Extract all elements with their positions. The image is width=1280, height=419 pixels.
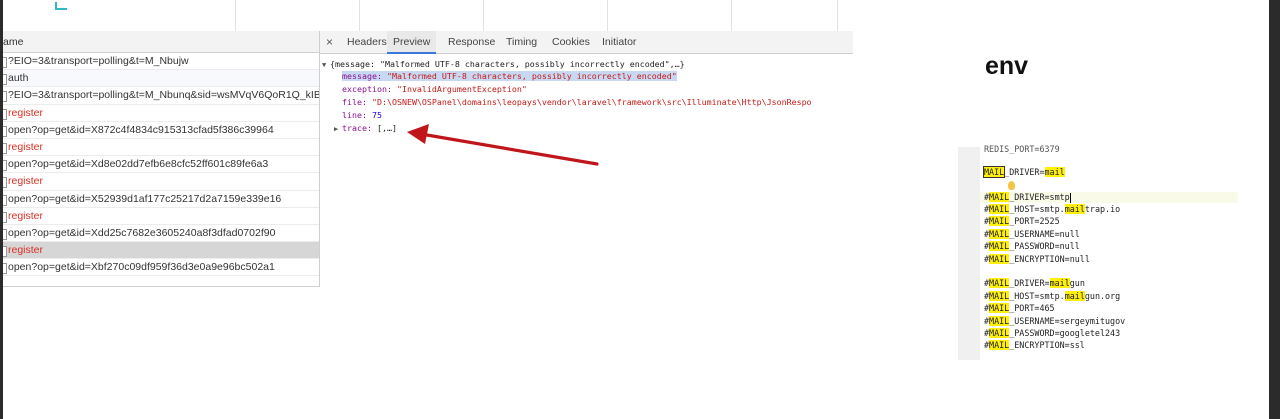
- env-line: #MAIL_USERNAME=null: [984, 229, 1080, 239]
- env-line: #MAIL_ENCRYPTION=null: [984, 254, 1090, 264]
- env-line: #MAIL_DRIVER=mailgun: [984, 278, 1085, 288]
- tab-indicator-icon: [55, 2, 67, 10]
- browser-top-strip: [3, 0, 853, 32]
- network-request-row[interactable]: ?EIO=3&transport=polling&t=M_Nbujw: [3, 53, 319, 71]
- network-request-row[interactable]: auth: [3, 70, 319, 88]
- top-cell: [359, 0, 484, 31]
- network-request-row[interactable]: register: [3, 242, 319, 260]
- lightbulb-icon[interactable]: [1008, 181, 1015, 190]
- env-line: #MAIL_USERNAME=sergeymitugov: [984, 316, 1126, 326]
- network-request-row[interactable]: register: [3, 139, 319, 157]
- network-request-row[interactable]: open?op=get&id=Xdd25c7682e3605240a8f3dfa…: [3, 225, 319, 243]
- name-column-header[interactable]: ame: [3, 31, 319, 53]
- top-cell: [235, 0, 360, 31]
- network-request-row[interactable]: register: [3, 105, 319, 122]
- top-cell: [483, 0, 608, 31]
- env-line: #MAIL_PASSWORD=googletel243: [984, 328, 1121, 338]
- top-cell: [607, 0, 732, 31]
- network-request-row[interactable]: open?op=get&id=Xbf270c09df959f36d3e0a9e9…: [3, 259, 319, 277]
- env-file-editor: REDIS_PORT=6379 MAIL_DRIVER=mail #MAIL_D…: [958, 144, 1238, 360]
- json-line: line: 75: [342, 110, 382, 120]
- network-request-list: ame ?EIO=3&transport=polling&t=M_Nbujw au…: [3, 31, 320, 287]
- env-line: #MAIL_PORT=2525: [984, 216, 1060, 226]
- network-request-row[interactable]: open?op=get&id=X872c4f4834c915313cfad5f3…: [3, 122, 319, 139]
- top-cell: [731, 0, 838, 31]
- env-heading: env: [985, 52, 1029, 80]
- tab-preview[interactable]: Preview: [387, 31, 437, 54]
- network-request-row[interactable]: ?EIO=3&transport=polling&t=M_Nbunq&sid=w…: [3, 87, 319, 105]
- tab-initiator[interactable]: Initiator: [602, 31, 636, 52]
- collapsed-triangle-icon[interactable]: ▶: [334, 123, 342, 135]
- expanded-triangle-icon[interactable]: ▼: [322, 59, 330, 71]
- env-line: #MAIL_PORT=465: [984, 303, 1055, 313]
- text-caret: [1069, 192, 1071, 203]
- env-line: #MAIL_ENCRYPTION=ssl: [984, 340, 1085, 350]
- tab-timing[interactable]: Timing: [506, 31, 537, 52]
- env-line: #MAIL_PASSWORD=null: [984, 241, 1080, 251]
- detail-tabbar: × Headers Preview Response Timing Cookie…: [320, 31, 853, 54]
- env-line: #MAIL_DRIVER=smtp: [984, 192, 1071, 203]
- top-cell: [111, 0, 236, 31]
- json-message: message: "Malformed UTF-8 characters, po…: [342, 71, 677, 81]
- close-icon[interactable]: ×: [326, 31, 333, 53]
- json-file: file: "D:\OSNEW\OSPanel\domains\leopays\…: [342, 97, 812, 107]
- tab-response[interactable]: Response: [448, 31, 495, 52]
- network-request-row[interactable]: register: [3, 208, 319, 225]
- env-line: #MAIL_HOST=smtp.mailgun.org: [984, 291, 1121, 301]
- network-request-row[interactable]: open?op=get&id=X52939d1af177c25217d2a715…: [3, 191, 319, 208]
- env-line: REDIS_PORT=6379: [984, 144, 1060, 154]
- red-arrow-annotation: [407, 124, 599, 166]
- tab-cookies[interactable]: Cookies: [552, 31, 590, 52]
- json-root[interactable]: ▼ {message: "Malformed UTF-8 characters, …: [322, 58, 685, 70]
- network-request-row[interactable]: register: [3, 173, 319, 191]
- json-trace[interactable]: ▶ trace: [,…]: [334, 122, 397, 134]
- env-line: MAIL_DRIVER=mail: [982, 166, 1065, 178]
- screenshot-canvas: ame ?EIO=3&transport=polling&t=M_Nbujw au…: [3, 0, 1269, 419]
- network-request-row[interactable]: open?op=get&id=Xd8e02dd7efb6e8cfc52ff601…: [3, 156, 319, 174]
- tab-headers[interactable]: Headers: [347, 31, 387, 52]
- env-line: #MAIL_HOST=smtp.mailtrap.io: [984, 204, 1121, 214]
- json-exception: exception: "InvalidArgumentException": [342, 84, 527, 94]
